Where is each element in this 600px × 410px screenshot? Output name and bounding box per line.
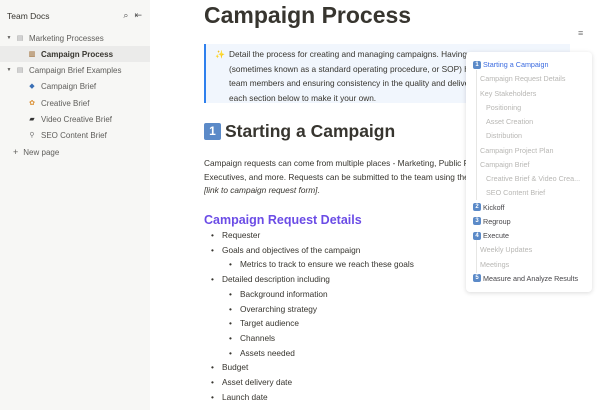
toc-item-label: Distribution bbox=[486, 131, 522, 141]
expand-caret-icon[interactable]: ▼ bbox=[4, 67, 14, 73]
sidebar-item[interactable]: ◆ Campaign Brief bbox=[0, 78, 150, 94]
bullet-item: Requester bbox=[211, 230, 260, 240]
keycap-5-icon: 5 bbox=[473, 274, 481, 283]
toc-item[interactable]: SEO Content Brief bbox=[486, 188, 545, 197]
para-end: . bbox=[317, 185, 320, 195]
request-form-link[interactable]: [link to campaign request form] bbox=[204, 185, 317, 195]
blue-diamond-icon: ◆ bbox=[29, 83, 35, 90]
toc-item[interactable]: 5 Measure and Analyze Results bbox=[473, 274, 578, 283]
search-icon[interactable]: ⌕ bbox=[123, 10, 128, 21]
bullet-item: Overarching strategy bbox=[229, 304, 317, 314]
page-icon: ▤ bbox=[16, 35, 24, 42]
toc-item-label: Starting a Campaign bbox=[483, 60, 549, 69]
toc-item[interactable]: Meetings bbox=[480, 260, 509, 269]
clapper-icon: ▰ bbox=[29, 116, 35, 123]
new-page-label: New page bbox=[23, 147, 60, 157]
bullet-item: Goals and objectives of the campaign bbox=[211, 245, 360, 255]
para-line: Campaign requests can come from multiple… bbox=[204, 158, 466, 168]
sidebar-item[interactable]: ▥ Campaign Process bbox=[0, 46, 150, 62]
sidebar-item[interactable]: ▰ Video Creative Brief bbox=[0, 111, 150, 127]
toc-item-label: Key Stakeholders bbox=[480, 88, 537, 98]
para-line: Executives, and more. Requests can be su… bbox=[204, 171, 466, 182]
bullet-item: Assets needed bbox=[229, 348, 295, 358]
bullet-item: Detailed description including bbox=[211, 274, 330, 284]
sidebar-item-label: Campaign Process bbox=[41, 49, 114, 59]
bullet-item: Budget bbox=[211, 362, 248, 372]
toc-item[interactable]: 2 Kickoff bbox=[473, 203, 504, 212]
section-title: Starting a Campaign bbox=[225, 121, 396, 141]
bullet-item: Channels bbox=[229, 333, 275, 343]
toc-item-label: Positioning bbox=[486, 102, 522, 112]
toc-item-label: Campaign Request Details bbox=[480, 74, 566, 84]
sidebar-item[interactable]: ⚲ SEO Content Brief bbox=[0, 127, 150, 143]
toc-item-label: Weekly Updates bbox=[480, 245, 533, 255]
sidebar-item-label: Marketing Processes bbox=[29, 33, 104, 43]
toc-item-label: Kickoff bbox=[483, 202, 505, 212]
toc-item[interactable]: Asset Creation bbox=[486, 117, 533, 126]
toc-item-label: Measure and Analyze Results bbox=[483, 273, 579, 283]
toc-item[interactable]: 4 Execute bbox=[473, 231, 509, 240]
toc-item-label: Asset Creation bbox=[486, 117, 534, 126]
toc-item[interactable]: Weekly Updates bbox=[480, 245, 532, 254]
bullet-item: Background information bbox=[229, 289, 328, 299]
toc-item[interactable]: 3 Regroup bbox=[473, 217, 511, 226]
toc-item[interactable]: 1 Starting a Campaign bbox=[473, 60, 549, 69]
notepad-icon: ▥ bbox=[28, 51, 36, 58]
keycap-2-icon: 2 bbox=[473, 203, 481, 211]
toc-item-label: SEO Content Brief bbox=[486, 188, 546, 198]
toc-item[interactable]: Key Stakeholders bbox=[480, 89, 536, 98]
toc-item-label: Meetings bbox=[480, 259, 510, 269]
bullet-item: Metrics to track to ensure we reach thes… bbox=[229, 259, 414, 269]
sidebar-item[interactable]: ✿ Creative Brief bbox=[0, 95, 150, 111]
workspace-title: Team Docs bbox=[7, 11, 50, 21]
sidebar-item-label: Campaign Brief bbox=[41, 81, 97, 91]
bullet-item: Asset delivery date bbox=[211, 377, 292, 387]
palette-icon: ✿ bbox=[29, 100, 35, 107]
page-title: Campaign Process bbox=[204, 2, 412, 28]
sidebar-item-label: Video Creative Brief bbox=[41, 114, 112, 124]
toc-item[interactable]: Campaign Brief bbox=[480, 160, 530, 169]
collapse-sidebar-icon[interactable]: ⇤ bbox=[134, 10, 142, 21]
bullet-item: Launch date bbox=[211, 392, 268, 402]
toc-item[interactable]: Creative Brief & Video Crea... bbox=[486, 174, 580, 183]
sidebar-item-label: Campaign Brief Examples bbox=[29, 65, 122, 75]
paragraph: Campaign requests can come from multiple… bbox=[204, 157, 466, 198]
sparkles-icon: ✨ bbox=[215, 50, 225, 59]
keycap-1-icon: 1 bbox=[473, 60, 481, 69]
sidebar-item[interactable]: ▼ ▤ Marketing Processes bbox=[0, 30, 150, 46]
toc-item[interactable]: Distribution bbox=[486, 131, 522, 140]
sidebar: Team Docs ⌕ ⇤ ▼ ▤ Marketing Processes ▥ Campa… bbox=[0, 0, 150, 410]
new-page-button[interactable]: + New page bbox=[0, 144, 150, 160]
toc-item-label: Creative Brief & Video Crea... bbox=[486, 174, 581, 183]
sidebar-item-label: SEO Content Brief bbox=[41, 130, 107, 140]
section-heading: 1 Starting a Campaign bbox=[204, 121, 395, 142]
subheading: Campaign Request Details bbox=[204, 213, 362, 227]
sidebar-item-label: Creative Brief bbox=[41, 98, 90, 108]
toc-item-label: Campaign Brief bbox=[480, 159, 530, 169]
toc-item[interactable]: Campaign Project Plan bbox=[480, 146, 554, 155]
toc-item[interactable]: Campaign Request Details bbox=[480, 74, 566, 83]
toc-item-label: Campaign Project Plan bbox=[480, 145, 554, 155]
toc-item-label: Regroup bbox=[483, 216, 511, 226]
table-of-contents: 1 Starting a Campaign Campaign Request Det… bbox=[466, 52, 592, 292]
keycap-1-icon: 1 bbox=[204, 123, 221, 140]
toc-item[interactable]: Positioning bbox=[486, 103, 521, 112]
page-icon: ▤ bbox=[16, 67, 24, 74]
expand-caret-icon[interactable]: ▼ bbox=[4, 35, 14, 41]
toc-item-label: Execute bbox=[483, 231, 509, 240]
bullet-item: Target audience bbox=[229, 318, 299, 328]
keycap-3-icon: 3 bbox=[473, 217, 481, 226]
keycap-4-icon: 4 bbox=[473, 231, 481, 240]
table-of-contents-icon[interactable]: ≡ bbox=[578, 28, 583, 38]
sidebar-item[interactable]: ▼ ▤ Campaign Brief Examples bbox=[0, 62, 150, 78]
magnifier-icon: ⚲ bbox=[29, 132, 35, 139]
